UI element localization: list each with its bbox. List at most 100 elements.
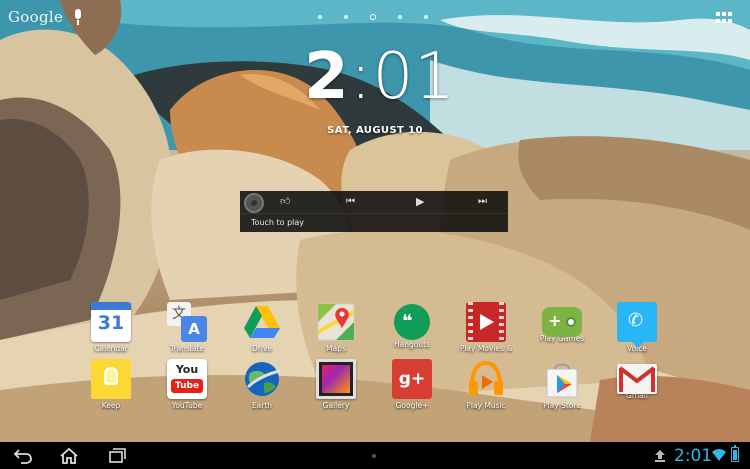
- status-clock[interactable]: 2:01: [674, 445, 712, 467]
- google-logo[interactable]: Google: [8, 8, 63, 26]
- lightbulb-icon: [104, 367, 118, 385]
- envelope-icon: [618, 366, 656, 392]
- app-maps[interactable]: Maps: [301, 302, 371, 358]
- app-youtube[interactable]: You Tube YouTube: [152, 359, 222, 415]
- divider: [240, 213, 508, 214]
- app-label: Google+: [395, 401, 429, 410]
- clock-hour: 2: [304, 40, 349, 114]
- headphones-icon: [469, 360, 503, 395]
- app-label: Keep: [101, 401, 121, 410]
- drive-logo: [244, 306, 280, 338]
- page-indicator: [318, 14, 428, 20]
- page-dot: [424, 15, 428, 19]
- hangouts-icon: ❝: [394, 304, 430, 340]
- translate-glyph-target: A: [181, 316, 207, 342]
- grid-cell: [728, 19, 732, 23]
- clock-date: SAT, AUGUST 10: [327, 125, 423, 136]
- page-dot-active: [370, 14, 376, 20]
- app-label: Translate: [169, 344, 205, 353]
- play-games-icon: [542, 307, 582, 337]
- grid-cell: [722, 12, 726, 16]
- app-label: Hangouts: [394, 340, 430, 349]
- app-play-music[interactable]: Play Music: [451, 359, 521, 415]
- gmail-icon: [617, 364, 657, 394]
- grid-cell: [722, 19, 726, 23]
- page-dot: [398, 15, 402, 19]
- all-apps-button[interactable]: [716, 12, 732, 24]
- gplus-mark: g+: [398, 369, 426, 389]
- phone-mark: ✆: [628, 310, 644, 331]
- play-icon[interactable]: ▶︎: [416, 195, 424, 209]
- app-play-games[interactable]: Play Games: [527, 302, 597, 358]
- back-icon: [13, 449, 32, 464]
- maps-icon: [316, 302, 356, 342]
- app-label: Play Movies &: [459, 344, 513, 353]
- app-drive[interactable]: Drive: [227, 302, 297, 358]
- app-voice[interactable]: ✆ Voice: [602, 302, 672, 358]
- grid-cell: [728, 12, 732, 16]
- hangouts-mark: ❝: [402, 311, 413, 332]
- earth-icon: [242, 359, 282, 399]
- grid-cell: [716, 12, 720, 16]
- upload-icon: [655, 450, 665, 462]
- youtube-tube: Tube: [171, 379, 203, 393]
- microphone-icon[interactable]: [73, 9, 83, 25]
- app-label: Play Store: [543, 401, 581, 410]
- thumbs-up-icon[interactable]: 👍︎: [280, 195, 290, 209]
- app-label: Drive: [252, 344, 272, 353]
- app-google-plus[interactable]: g+ Google+: [377, 359, 447, 415]
- back-button[interactable]: [12, 447, 34, 465]
- page-dot: [344, 15, 348, 19]
- app-label: Maps: [326, 344, 346, 353]
- youtube-icon: You Tube: [167, 359, 207, 399]
- voice-icon: ✆: [617, 302, 657, 348]
- app-label: Earth: [251, 401, 273, 410]
- play-music-icon: [466, 359, 506, 399]
- keep-icon: [91, 359, 131, 399]
- play-triangle: [480, 314, 494, 330]
- app-label: Play Music: [466, 401, 506, 410]
- previous-track-icon[interactable]: ⏮︎: [346, 195, 355, 209]
- nav-indicator-dot: [372, 454, 376, 458]
- home-button[interactable]: [58, 447, 80, 465]
- app-earth[interactable]: Earth: [227, 359, 297, 415]
- grid-cell: [716, 19, 720, 23]
- earth-logo: [245, 362, 281, 396]
- shopping-bag-icon: [546, 363, 578, 398]
- translate-icon: 文 A: [167, 302, 207, 342]
- gallery-icon: [316, 359, 356, 399]
- clock-minutes: :01: [350, 40, 456, 114]
- music-status-text: Touch to play: [251, 218, 305, 227]
- app-label: YouTube: [171, 401, 203, 410]
- app-keep[interactable]: Keep: [76, 359, 146, 415]
- music-widget[interactable]: 👍︎ ⏮︎ ▶︎ ⏭︎ Touch to play: [240, 191, 508, 232]
- clock-widget[interactable]: 2 :01: [300, 40, 455, 114]
- gallery-photo: [322, 365, 350, 393]
- play-store-icon: [542, 359, 582, 399]
- app-label: Gallery: [322, 401, 350, 410]
- battery-icon: [731, 445, 739, 462]
- wifi-icon: [712, 449, 726, 461]
- app-label: Calendar: [94, 344, 128, 353]
- home-icon: [60, 447, 78, 464]
- page-dot: [318, 15, 322, 19]
- app-gmail[interactable]: Gmail: [602, 359, 672, 415]
- play-movies-icon: [466, 302, 506, 342]
- google-search-bar[interactable]: Google: [8, 8, 83, 26]
- recents-icon: [109, 448, 126, 463]
- google-plus-icon: g+: [392, 359, 432, 399]
- maps-logo: [317, 303, 355, 341]
- next-track-icon[interactable]: ⏭︎: [478, 195, 487, 209]
- system-bar: 2:01: [0, 442, 750, 469]
- youtube-you: You: [175, 363, 199, 376]
- album-art-icon: [244, 193, 264, 213]
- app-hangouts[interactable]: ❝ Hangouts: [377, 302, 447, 358]
- recent-apps-button[interactable]: [106, 447, 128, 465]
- app-translate[interactable]: 文 A Translate: [152, 302, 222, 358]
- drive-icon: [242, 302, 282, 342]
- app-play-movies[interactable]: Play Movies &: [451, 302, 521, 358]
- app-play-store[interactable]: Play Store: [527, 359, 597, 415]
- app-gallery[interactable]: Gallery: [301, 359, 371, 415]
- calendar-day: 31: [97, 312, 125, 334]
- app-calendar[interactable]: 31 Calendar: [76, 302, 146, 358]
